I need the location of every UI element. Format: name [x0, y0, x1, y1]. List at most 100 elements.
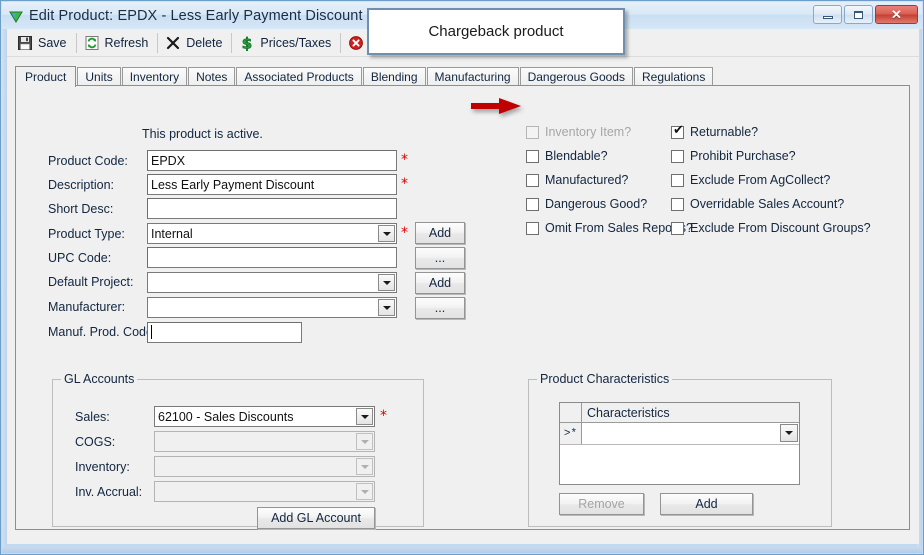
manuf-prod-code-input[interactable]: [147, 322, 302, 343]
checkbox-box: ✔: [671, 124, 684, 139]
button-label: ...: [434, 301, 446, 315]
chevron-down-icon[interactable]: [378, 274, 395, 291]
checkbox-box: [526, 221, 539, 235]
checkbox-prohibit-purchase[interactable]: Prohibit Purchase?: [671, 149, 796, 163]
gl-inv-accrual-combo: [154, 481, 375, 502]
tab-manufacturing[interactable]: Manufacturing: [426, 67, 519, 86]
product-type-combo[interactable]: Internal: [147, 223, 397, 244]
application-window: Edit Product: EPDX - Less Early Payment …: [0, 0, 924, 555]
close-button[interactable]: ✕: [875, 5, 918, 24]
prices-taxes-button[interactable]: $ Prices/Taxes: [233, 30, 339, 56]
description-required-marker: *: [401, 176, 408, 192]
checkbox-label: Overridable Sales Account?: [690, 197, 845, 211]
save-floppy-icon: [17, 35, 33, 51]
tab-dangerous-goods[interactable]: Dangerous Goods: [519, 67, 633, 86]
chevron-down-icon[interactable]: [780, 424, 798, 442]
chevron-down-icon: [356, 483, 373, 500]
checkbox-box: [526, 173, 539, 187]
upc-code-input[interactable]: [147, 247, 397, 268]
delete-button[interactable]: Delete: [159, 30, 230, 56]
tab-label: Manufacturing: [434, 70, 511, 84]
checkbox-manufactured[interactable]: Manufactured?: [526, 173, 628, 187]
tab-notes[interactable]: Notes: [188, 67, 236, 86]
checkbox-exclude-from-discount-groups[interactable]: Exclude From Discount Groups?: [671, 221, 871, 235]
chevron-down-icon[interactable]: [378, 299, 395, 316]
product-status-text: This product is active.: [142, 127, 263, 141]
toolbar-separator: [231, 32, 233, 53]
client-area: Save Refresh Delete $ Prices/Taxes Produ…: [7, 29, 919, 544]
close-icon: ✕: [891, 7, 902, 22]
button-label: Add: [695, 497, 718, 511]
minimize-button[interactable]: [813, 5, 842, 24]
gl-sales-value: 62100 - Sales Discounts: [158, 410, 294, 424]
checkbox-overridable-sales-account[interactable]: Overridable Sales Account?: [671, 197, 844, 211]
product-type-value: Internal: [151, 227, 193, 241]
callout-text: Chargeback product: [428, 23, 564, 40]
chevron-down-icon: [356, 433, 373, 450]
short-desc-label: Short Desc:: [48, 202, 114, 216]
checkbox-inventory-item[interactable]: Inventory Item?: [526, 125, 631, 139]
checkbox-box: [526, 149, 539, 163]
tab-label: Notes: [196, 70, 228, 84]
grid-header-row: Characteristics: [560, 403, 799, 423]
description-input[interactable]: Less Early Payment Discount: [147, 174, 397, 195]
add-gl-account-button[interactable]: Add GL Account: [257, 507, 375, 529]
checkbox-box: [526, 197, 539, 211]
refresh-button[interactable]: Refresh: [78, 30, 157, 56]
gl-cogs-label: COGS:: [75, 435, 116, 449]
gl-sales-combo[interactable]: 62100 - Sales Discounts: [154, 406, 375, 427]
tab-label: Dangerous Goods: [527, 70, 625, 84]
grid-new-row-marker: >*: [560, 423, 582, 444]
tab-regulations[interactable]: Regulations: [633, 67, 714, 86]
remove-characteristic-button: Remove: [559, 493, 644, 515]
default-project-combo[interactable]: [147, 272, 397, 293]
manufacturer-browse-button[interactable]: ...: [415, 297, 465, 319]
grid-column-header-characteristics: Characteristics: [587, 405, 670, 420]
manufacturer-label: Manufacturer:: [48, 300, 126, 314]
minimize-icon: [822, 16, 833, 19]
delete-label: Delete: [186, 35, 223, 50]
checkbox-returnable[interactable]: ✔ Returnable?: [671, 124, 758, 139]
tab-product[interactable]: Product: [15, 66, 77, 87]
product-tab-panel: This product is active. Product Code: De…: [15, 85, 910, 530]
chevron-down-icon[interactable]: [378, 225, 395, 242]
dollar-icon: $: [239, 34, 255, 53]
checkbox-exclude-from-agcollect[interactable]: Exclude From AgCollect?: [671, 173, 830, 187]
checkbox-blendable[interactable]: Blendable?: [526, 149, 608, 163]
characteristics-grid[interactable]: Characteristics >*: [559, 402, 800, 485]
manufacturer-combo[interactable]: [147, 297, 397, 318]
grid-cell-characteristic[interactable]: [582, 423, 799, 444]
checkbox-box: [671, 197, 684, 211]
save-button[interactable]: Save: [11, 30, 75, 56]
default-project-add-button[interactable]: Add: [415, 272, 465, 294]
product-type-add-button[interactable]: Add: [415, 222, 465, 244]
window-title: Edit Product: EPDX - Less Early Payment …: [29, 7, 363, 24]
grid-empty-body: [560, 445, 799, 484]
toolbar-separator: [157, 32, 159, 53]
add-characteristic-button[interactable]: Add: [660, 493, 753, 515]
tab-blending[interactable]: Blending: [362, 67, 426, 86]
exit-icon: [348, 35, 364, 51]
chevron-down-icon[interactable]: [356, 408, 373, 425]
tab-units[interactable]: Units: [77, 67, 121, 86]
upc-code-browse-button[interactable]: ...: [415, 247, 465, 269]
checkbox-label: Inventory Item?: [545, 125, 632, 139]
chevron-down-icon: [356, 458, 373, 475]
checkbox-box: [526, 125, 539, 139]
tab-inventory[interactable]: Inventory: [121, 67, 188, 86]
product-code-input[interactable]: EPDX: [147, 150, 397, 171]
checkbox-dangerous-good[interactable]: Dangerous Good?: [526, 197, 647, 211]
maximize-button[interactable]: [844, 5, 873, 24]
checkbox-box: [671, 221, 684, 235]
gl-accounts-group: GL Accounts Sales: COGS: Inventory: Inv.…: [52, 372, 424, 529]
product-characteristics-title: Product Characteristics: [537, 372, 673, 386]
button-label: ...: [434, 251, 446, 265]
gl-inv-accrual-label: Inv. Accrual:: [75, 485, 143, 499]
short-desc-input[interactable]: [147, 198, 397, 219]
checkbox-omit-from-sales-reports[interactable]: Omit From Sales Reports?: [526, 221, 693, 235]
product-code-required-marker: *: [401, 152, 408, 168]
button-label: Add GL Account: [271, 511, 361, 525]
grid-new-row[interactable]: >*: [560, 423, 799, 445]
tab-associated-products[interactable]: Associated Products: [236, 67, 362, 86]
text-caret: [151, 325, 152, 339]
